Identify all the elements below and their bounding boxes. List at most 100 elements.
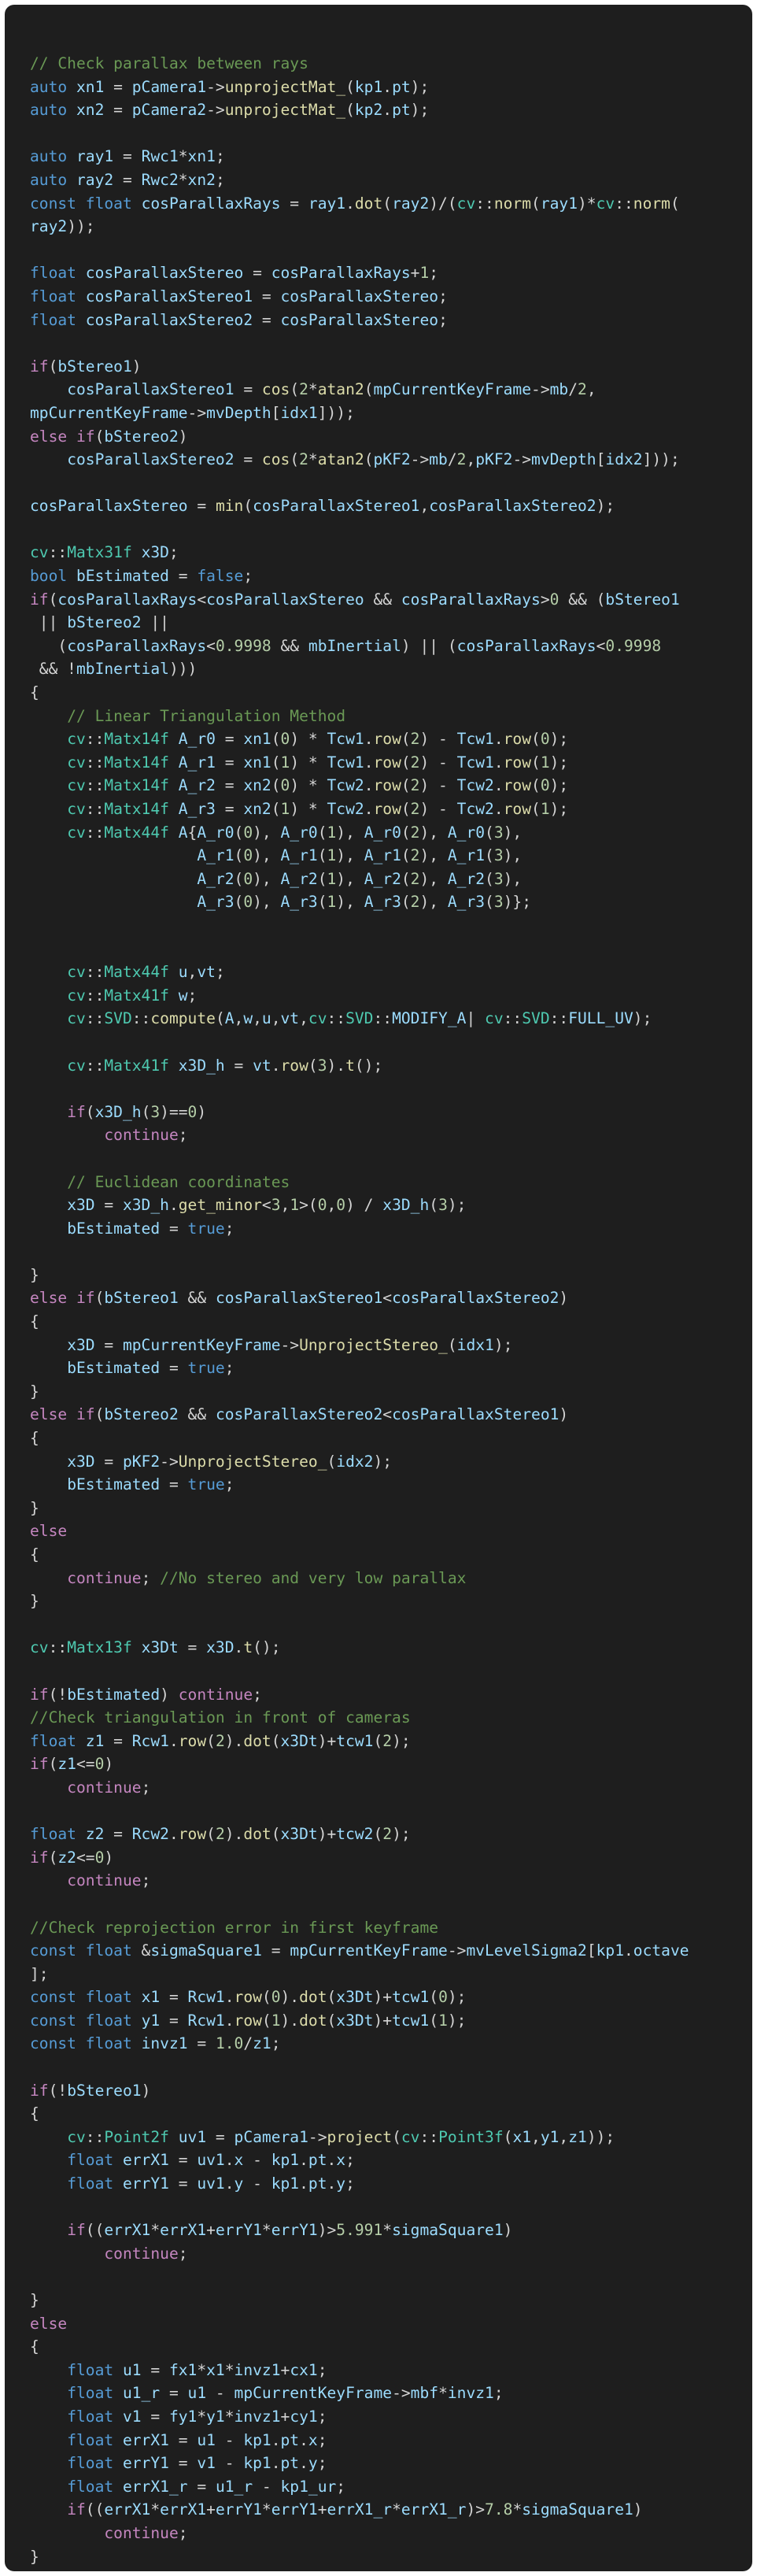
punctuation-token [30,450,67,468]
identifier-token: uv1 [197,2151,225,2170]
punctuation-token: . [224,2174,234,2193]
comment-token: //Check reprojection error in first keyf… [30,1918,439,1937]
punctuation-token: ). [327,1056,346,1075]
punctuation-token: , [280,1196,290,1215]
identifier-token: cosParallaxStereo [85,264,244,283]
number-literal-token: 0 [187,1102,198,1121]
punctuation-token: * [224,2360,234,2379]
punctuation-token [76,194,86,213]
code-line: cv::Point2f uv1 = pCamera1->project(cv::… [30,2126,752,2149]
identifier-token: Tcw1 [327,730,364,749]
punctuation-token: :: [85,776,105,795]
type-name-token: cv [67,800,86,818]
punctuation-token: )+ [317,1731,337,1750]
punctuation-token: - [215,2430,244,2449]
identifier-token: A_r2 [178,776,216,795]
identifier-token: u1 [187,2384,207,2403]
punctuation-token: ( [48,357,58,376]
punctuation-token [30,1009,67,1027]
number-literal-token: 0 [271,1988,281,2007]
function-name-token: unprojectMat_ [224,77,346,96]
identifier-token: cosParallaxStereo1 [67,380,234,399]
identifier-token: y1 [206,2407,225,2426]
number-literal-token: 2 [410,823,420,842]
punctuation-token: ), [253,846,281,865]
number-literal-token: 1 [327,846,337,865]
identifier-token: Rcw1 [187,2011,225,2030]
punctuation-token: ); [447,2011,467,2030]
punctuation-token: ( [327,1452,337,1471]
identifier-token: A_r3 [364,893,401,912]
punctuation-token [113,2478,123,2496]
punctuation-token [113,2174,123,2193]
code-line: cv::Matx14f A_r2 = xn2(0) * Tcw2.row(2) … [30,774,752,798]
code-line: // Linear Triangulation Method [30,705,752,728]
punctuation-token: ( [317,823,327,842]
identifier-token: pt [392,101,411,120]
punctuation-token: } [30,1382,39,1401]
punctuation-token: ( [429,1196,439,1215]
identifier-token: octave [633,1941,689,1960]
code-line: else if(bStereo2) [30,425,752,449]
punctuation-token: ); [549,730,569,749]
identifier-token: v1 [122,2407,142,2426]
punctuation-token: - [253,2477,281,2496]
type-name-token: Point2f [104,2127,169,2146]
punctuation-token: ( [401,730,411,749]
punctuation-token: + [280,2407,290,2426]
code-line: } [30,1590,752,1613]
identifier-token: ray2 [30,217,68,236]
punctuation-token: = [243,264,271,283]
punctuation-token: . [364,730,374,749]
code-line: cv::Matx44f u,vt; [30,960,752,984]
function-name-token: cos [261,450,290,469]
punctuation-token: ; [493,2384,504,2403]
punctuation-token: && [271,636,308,655]
code-line: || bStereo2 || [30,611,752,635]
punctuation-token: < [261,1196,271,1215]
punctuation-token: - [206,2384,234,2403]
punctuation-token [169,2128,179,2146]
identifier-token: pt [308,2151,327,2170]
identifier-token: A_r1 [197,846,234,865]
number-literal-token: 2 [410,800,420,818]
punctuation-token: :: [549,1009,569,1028]
punctuation-token: } [30,2547,39,2566]
punctuation-token: :: [48,1638,68,1657]
code-line: else if(bStereo2 && cosParallaxStereo2<c… [30,1403,752,1427]
control-keyword-token: if [30,590,49,609]
punctuation-token [30,2454,67,2472]
punctuation-token: ), [336,846,364,865]
identifier-token: tcw1 [336,1731,374,1750]
punctuation-token: :: [503,1009,523,1028]
function-name-token: norm [493,194,532,213]
punctuation-token: < [197,590,207,609]
identifier-token: idx2 [336,1452,374,1471]
punctuation-token: :: [85,963,105,982]
number-literal-token: 1 [290,1196,300,1215]
identifier-token: cosParallaxRays [401,590,541,609]
code-line: cv::Matx13f x3Dt = x3D.t(); [30,1636,752,1660]
type-name-token: SVD [345,1009,374,1028]
function-name-token: dot [243,1731,271,1750]
punctuation-token: = [187,2477,216,2496]
identifier-token: w [178,986,188,1005]
code-line: } [30,2289,752,2312]
punctuation-token: ) * [290,776,327,795]
identifier-token: A [178,823,188,842]
identifier-token: A_r2 [364,869,401,888]
number-literal-token: 0 [243,869,253,888]
identifier-token: mpCurrentKeyFrame [30,403,188,422]
punctuation-token: , [299,1009,308,1028]
code-line: } [30,1264,752,1287]
identifier-token: y [336,2174,346,2193]
punctuation-token [30,2431,67,2449]
punctuation-token: ; [178,1126,188,1145]
punctuation-token: ), [336,893,364,912]
punctuation-token: , [253,1009,262,1028]
code-line: else [30,1519,752,1543]
keyword-token: float [85,1988,132,2007]
type-name-token: cv [67,823,86,842]
